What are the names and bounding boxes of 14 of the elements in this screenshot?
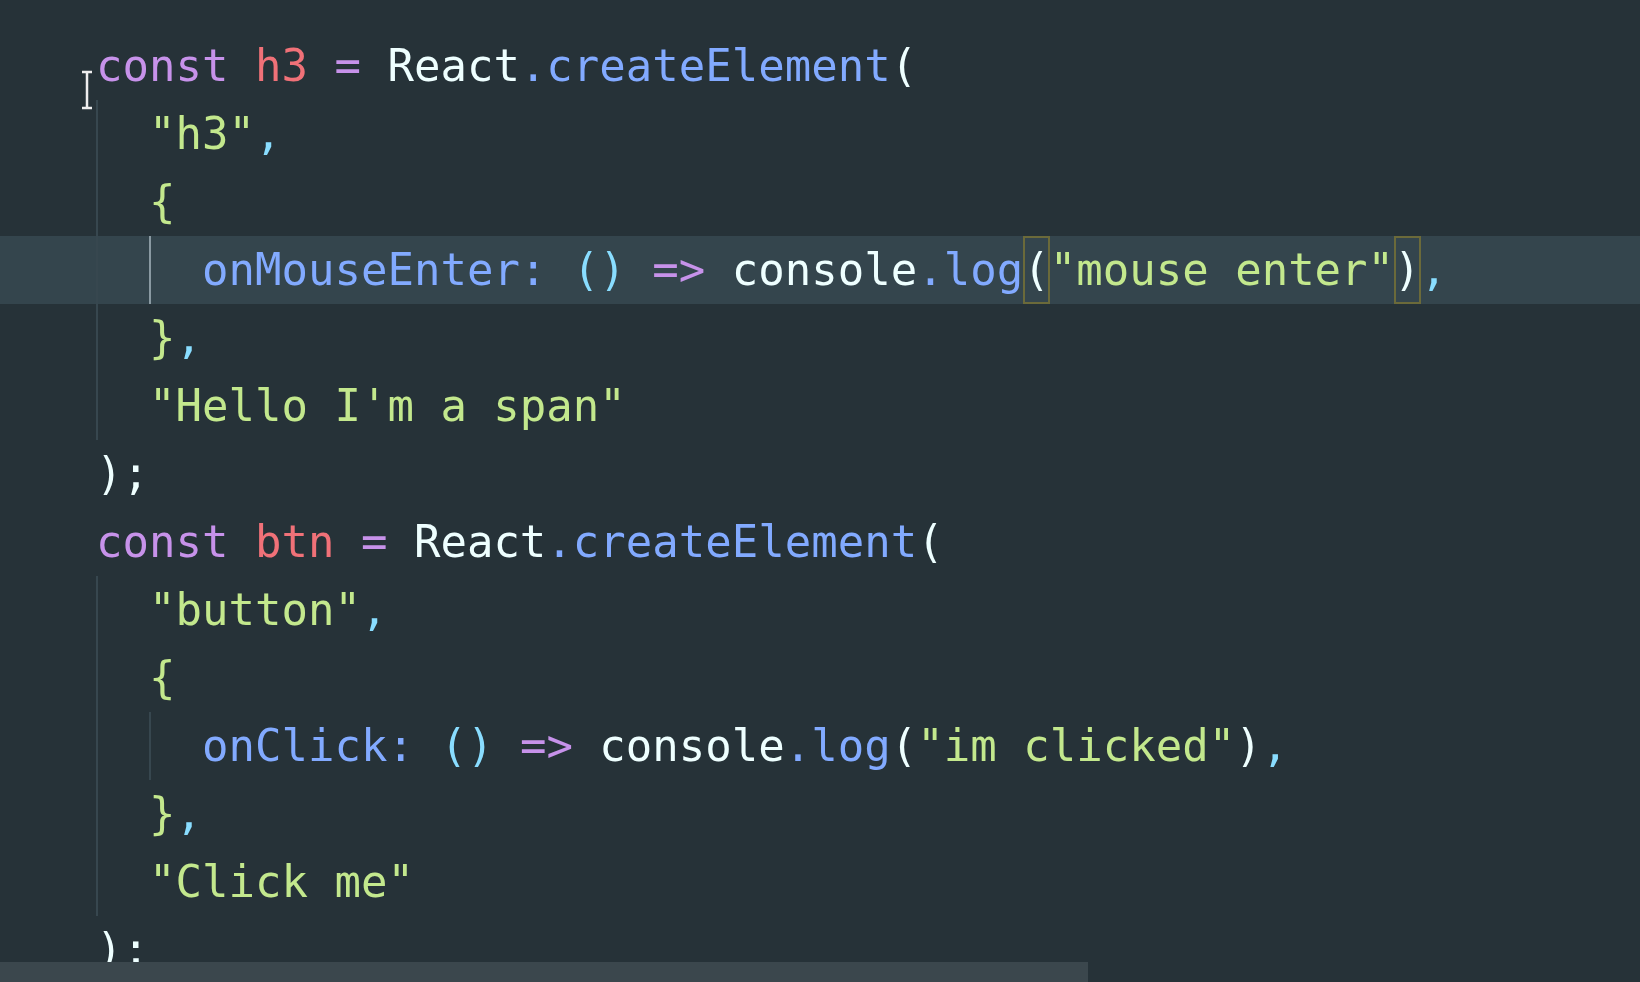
code-line: onClick: () => console.log("im clicked"), <box>202 719 1289 773</box>
code-line: onMouseEnter: () => console.log("mouse enter"), <box>202 236 1448 304</box>
code-line: }, <box>149 787 202 841</box>
text-cursor-icon <box>80 70 94 110</box>
code-line: "Hello I'm a span" <box>149 379 626 433</box>
code-line: ); <box>96 447 149 501</box>
code-line: const btn = React.createElement( <box>96 515 944 569</box>
code-line: const h3 = React.createElement( <box>96 39 918 93</box>
code-line: "h3", <box>149 107 282 161</box>
code-line: { <box>149 651 176 705</box>
code-line: }, <box>149 311 202 365</box>
code-line: "button", <box>149 583 388 637</box>
code-line: { <box>149 175 176 229</box>
code-line: "Click me" <box>149 855 414 909</box>
